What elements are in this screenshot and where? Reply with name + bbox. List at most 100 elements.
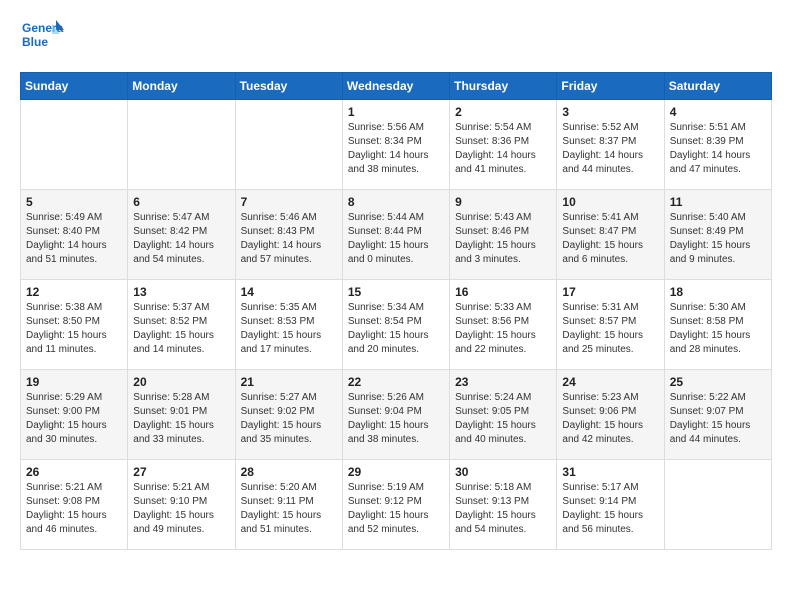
- day-cell: [664, 460, 771, 550]
- day-cell: 23 Sunrise: 5:24 AM Sunset: 9:05 PM Dayli…: [450, 370, 557, 460]
- day-number: 19: [26, 375, 122, 389]
- day-number: 23: [455, 375, 551, 389]
- day-info: Sunrise: 5:27 AM Sunset: 9:02 PM Dayligh…: [241, 391, 337, 447]
- svg-text:Blue: Blue: [22, 35, 48, 49]
- day-info: Sunrise: 5:24 AM Sunset: 9:05 PM Dayligh…: [455, 391, 551, 447]
- logo-svg: General Blue: [20, 16, 64, 60]
- day-cell: 1 Sunrise: 5:56 AM Sunset: 8:34 PM Daylig…: [342, 100, 449, 190]
- day-cell: 29 Sunrise: 5:19 AM Sunset: 9:12 PM Dayli…: [342, 460, 449, 550]
- day-number: 6: [133, 195, 229, 209]
- day-number: 15: [348, 285, 444, 299]
- day-number: 12: [26, 285, 122, 299]
- day-cell: 2 Sunrise: 5:54 AM Sunset: 8:36 PM Daylig…: [450, 100, 557, 190]
- header-cell-saturday: Saturday: [664, 73, 771, 100]
- day-info: Sunrise: 5:44 AM Sunset: 8:44 PM Dayligh…: [348, 211, 444, 267]
- day-cell: 27 Sunrise: 5:21 AM Sunset: 9:10 PM Dayli…: [128, 460, 235, 550]
- day-cell: 30 Sunrise: 5:18 AM Sunset: 9:13 PM Dayli…: [450, 460, 557, 550]
- day-cell: 6 Sunrise: 5:47 AM Sunset: 8:42 PM Daylig…: [128, 190, 235, 280]
- week-row-5: 26 Sunrise: 5:21 AM Sunset: 9:08 PM Dayli…: [21, 460, 772, 550]
- day-cell: 19 Sunrise: 5:29 AM Sunset: 9:00 PM Dayli…: [21, 370, 128, 460]
- day-number: 29: [348, 465, 444, 479]
- day-number: 31: [562, 465, 658, 479]
- day-info: Sunrise: 5:30 AM Sunset: 8:58 PM Dayligh…: [670, 301, 766, 357]
- day-cell: 15 Sunrise: 5:34 AM Sunset: 8:54 PM Dayli…: [342, 280, 449, 370]
- day-info: Sunrise: 5:40 AM Sunset: 8:49 PM Dayligh…: [670, 211, 766, 267]
- week-row-4: 19 Sunrise: 5:29 AM Sunset: 9:00 PM Dayli…: [21, 370, 772, 460]
- day-info: Sunrise: 5:46 AM Sunset: 8:43 PM Dayligh…: [241, 211, 337, 267]
- day-cell: 28 Sunrise: 5:20 AM Sunset: 9:11 PM Dayli…: [235, 460, 342, 550]
- day-number: 24: [562, 375, 658, 389]
- day-number: 22: [348, 375, 444, 389]
- day-info: Sunrise: 5:43 AM Sunset: 8:46 PM Dayligh…: [455, 211, 551, 267]
- header-row: SundayMondayTuesdayWednesdayThursdayFrid…: [21, 73, 772, 100]
- day-cell: 16Sunrise: 5:33 AM Sunset: 8:56 PM Dayli…: [450, 280, 557, 370]
- day-number: 11: [670, 195, 766, 209]
- header-cell-sunday: Sunday: [21, 73, 128, 100]
- header-cell-thursday: Thursday: [450, 73, 557, 100]
- day-info: Sunrise: 5:49 AM Sunset: 8:40 PM Dayligh…: [26, 211, 122, 267]
- day-info: Sunrise: 5:47 AM Sunset: 8:42 PM Dayligh…: [133, 211, 229, 267]
- day-cell: 9 Sunrise: 5:43 AM Sunset: 8:46 PM Daylig…: [450, 190, 557, 280]
- day-info: Sunrise: 5:21 AM Sunset: 9:08 PM Dayligh…: [26, 481, 122, 537]
- day-number: 1: [348, 105, 444, 119]
- day-cell: 13 Sunrise: 5:37 AM Sunset: 8:52 PM Dayli…: [128, 280, 235, 370]
- page-header: General Blue: [20, 16, 772, 60]
- week-row-3: 12Sunrise: 5:38 AM Sunset: 8:50 PM Dayli…: [21, 280, 772, 370]
- day-number: 30: [455, 465, 551, 479]
- day-info: Sunrise: 5:21 AM Sunset: 9:10 PM Dayligh…: [133, 481, 229, 537]
- day-number: 18: [670, 285, 766, 299]
- day-cell: 20Sunrise: 5:28 AM Sunset: 9:01 PM Dayli…: [128, 370, 235, 460]
- day-cell: 22 Sunrise: 5:26 AM Sunset: 9:04 PM Dayli…: [342, 370, 449, 460]
- day-cell: 14 Sunrise: 5:35 AM Sunset: 8:53 PM Dayli…: [235, 280, 342, 370]
- day-cell: 31 Sunrise: 5:17 AM Sunset: 9:14 PM Dayli…: [557, 460, 664, 550]
- day-info: Sunrise: 5:56 AM Sunset: 8:34 PM Dayligh…: [348, 121, 444, 177]
- day-number: 17: [562, 285, 658, 299]
- day-cell: [128, 100, 235, 190]
- day-number: 10: [562, 195, 658, 209]
- day-info: Sunrise: 5:22 AM Sunset: 9:07 PM Dayligh…: [670, 391, 766, 447]
- day-info: Sunrise: 5:18 AM Sunset: 9:13 PM Dayligh…: [455, 481, 551, 537]
- day-number: 13: [133, 285, 229, 299]
- day-number: 21: [241, 375, 337, 389]
- day-info: Sunrise: 5:20 AM Sunset: 9:11 PM Dayligh…: [241, 481, 337, 537]
- day-number: 14: [241, 285, 337, 299]
- day-number: 26: [26, 465, 122, 479]
- day-info: Sunrise: 5:54 AM Sunset: 8:36 PM Dayligh…: [455, 121, 551, 177]
- day-info: Sunrise: 5:28 AM Sunset: 9:01 PM Dayligh…: [133, 391, 229, 447]
- day-info: Sunrise: 5:17 AM Sunset: 9:14 PM Dayligh…: [562, 481, 658, 537]
- day-number: 28: [241, 465, 337, 479]
- day-number: 2: [455, 105, 551, 119]
- calendar-header: SundayMondayTuesdayWednesdayThursdayFrid…: [21, 73, 772, 100]
- day-info: Sunrise: 5:52 AM Sunset: 8:37 PM Dayligh…: [562, 121, 658, 177]
- day-number: 27: [133, 465, 229, 479]
- logo: General Blue: [20, 16, 64, 60]
- day-number: 9: [455, 195, 551, 209]
- week-row-1: 1 Sunrise: 5:56 AM Sunset: 8:34 PM Daylig…: [21, 100, 772, 190]
- week-row-2: 5Sunrise: 5:49 AM Sunset: 8:40 PM Daylig…: [21, 190, 772, 280]
- day-info: Sunrise: 5:41 AM Sunset: 8:47 PM Dayligh…: [562, 211, 658, 267]
- day-info: Sunrise: 5:37 AM Sunset: 8:52 PM Dayligh…: [133, 301, 229, 357]
- day-cell: 5Sunrise: 5:49 AM Sunset: 8:40 PM Daylig…: [21, 190, 128, 280]
- day-cell: 18 Sunrise: 5:30 AM Sunset: 8:58 PM Dayli…: [664, 280, 771, 370]
- day-info: Sunrise: 5:26 AM Sunset: 9:04 PM Dayligh…: [348, 391, 444, 447]
- day-number: 25: [670, 375, 766, 389]
- day-number: 3: [562, 105, 658, 119]
- day-cell: 25 Sunrise: 5:22 AM Sunset: 9:07 PM Dayli…: [664, 370, 771, 460]
- day-cell: 3 Sunrise: 5:52 AM Sunset: 8:37 PM Daylig…: [557, 100, 664, 190]
- day-number: 7: [241, 195, 337, 209]
- day-cell: 10 Sunrise: 5:41 AM Sunset: 8:47 PM Dayli…: [557, 190, 664, 280]
- day-info: Sunrise: 5:34 AM Sunset: 8:54 PM Dayligh…: [348, 301, 444, 357]
- day-info: Sunrise: 5:23 AM Sunset: 9:06 PM Dayligh…: [562, 391, 658, 447]
- calendar-table: SundayMondayTuesdayWednesdayThursdayFrid…: [20, 72, 772, 550]
- header-cell-wednesday: Wednesday: [342, 73, 449, 100]
- day-cell: 4Sunrise: 5:51 AM Sunset: 8:39 PM Daylig…: [664, 100, 771, 190]
- day-info: Sunrise: 5:33 AM Sunset: 8:56 PM Dayligh…: [455, 301, 551, 357]
- day-info: Sunrise: 5:29 AM Sunset: 9:00 PM Dayligh…: [26, 391, 122, 447]
- day-info: Sunrise: 5:19 AM Sunset: 9:12 PM Dayligh…: [348, 481, 444, 537]
- day-info: Sunrise: 5:31 AM Sunset: 8:57 PM Dayligh…: [562, 301, 658, 357]
- day-info: Sunrise: 5:35 AM Sunset: 8:53 PM Dayligh…: [241, 301, 337, 357]
- day-cell: 17 Sunrise: 5:31 AM Sunset: 8:57 PM Dayli…: [557, 280, 664, 370]
- day-cell: [21, 100, 128, 190]
- day-cell: 12Sunrise: 5:38 AM Sunset: 8:50 PM Dayli…: [21, 280, 128, 370]
- calendar-body: 1 Sunrise: 5:56 AM Sunset: 8:34 PM Daylig…: [21, 100, 772, 550]
